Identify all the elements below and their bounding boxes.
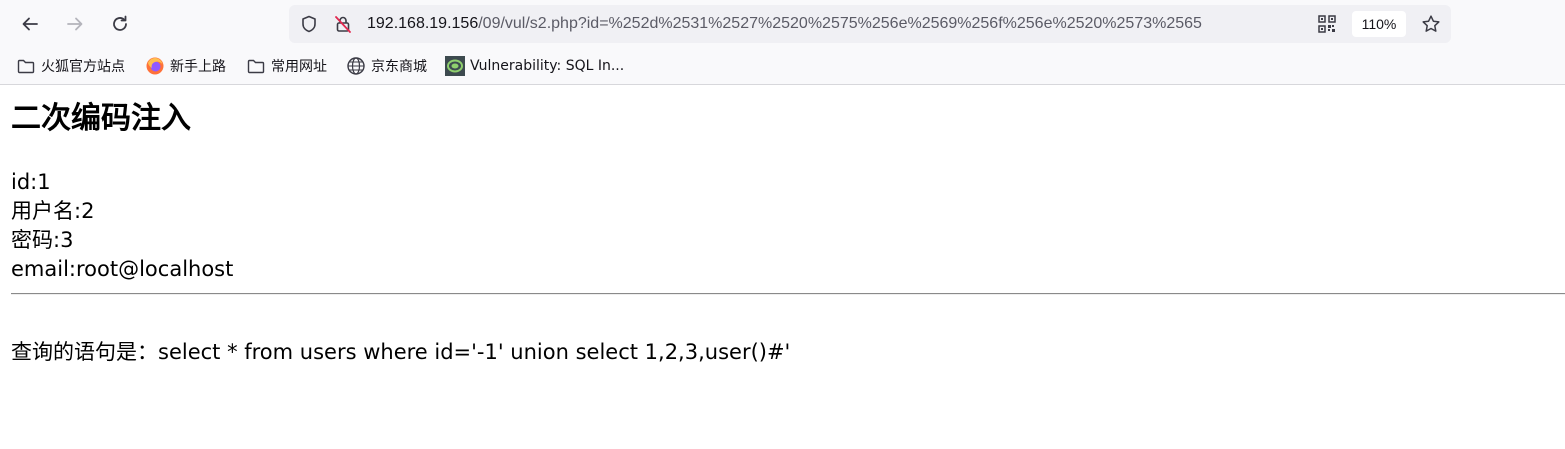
bookmark-item[interactable]: Vulnerability: SQL In... [445,54,624,78]
bookmark-label: 京东商城 [371,59,427,75]
bookmarks-toolbar: 火狐官方站点 新手上路 常用网址 京东商城 Vulnerability: SQL… [0,48,1565,85]
result-field-password: 密码:3 [11,228,74,252]
bookmark-item[interactable]: 常用网址 [246,54,327,78]
folder-icon [16,56,36,76]
result-field-username: 用户名:2 [11,199,95,223]
tracking-protection-shield-icon[interactable] [299,14,319,34]
reload-icon [113,15,127,31]
url-path: /09/vul/s2.php?id=%252d%2531%2527%2520%2… [478,15,1202,32]
url-host: 192.168.19.156 [367,15,479,32]
firefox-icon [145,56,165,76]
qr-code-icon[interactable] [1317,14,1337,34]
back-button[interactable] [14,8,46,40]
bookmark-item[interactable]: 京东商城 [346,54,427,78]
bookmark-item[interactable]: 新手上路 [145,54,226,78]
result-field-email: email:root@localhost [11,257,234,281]
sql-query-text: 查询的语句是：select * from users where id='-1'… [11,340,791,364]
zoom-level-button[interactable]: 110% [1352,11,1406,37]
reload-button[interactable] [104,8,136,40]
url-text[interactable]: 192.168.19.156/09/vul/s2.php?id=%252d%25… [367,5,1299,43]
dvwa-favicon-icon [445,56,465,76]
bookmark-star-icon[interactable] [1421,14,1441,34]
insecure-connection-lock-icon[interactable] [333,14,353,34]
forward-button[interactable] [59,8,91,40]
result-field-id: id:1 [11,170,51,194]
address-bar[interactable]: 192.168.19.156/09/vul/s2.php?id=%252d%25… [289,5,1451,43]
globe-icon [346,56,366,76]
browser-toolbar: 192.168.19.156/09/vul/s2.php?id=%252d%25… [0,0,1565,48]
folder-icon [246,56,266,76]
page-title: 二次编码注入 [11,101,191,136]
forward-arrow-icon [67,17,83,31]
bookmark-item[interactable]: 火狐官方站点 [16,54,125,78]
bookmark-label: 火狐官方站点 [41,59,125,75]
back-arrow-icon [22,17,38,31]
bookmark-label: Vulnerability: SQL In... [470,58,625,74]
bookmark-label: 常用网址 [271,59,327,75]
horizontal-rule [11,293,1565,295]
bookmark-label: 新手上路 [170,59,226,75]
